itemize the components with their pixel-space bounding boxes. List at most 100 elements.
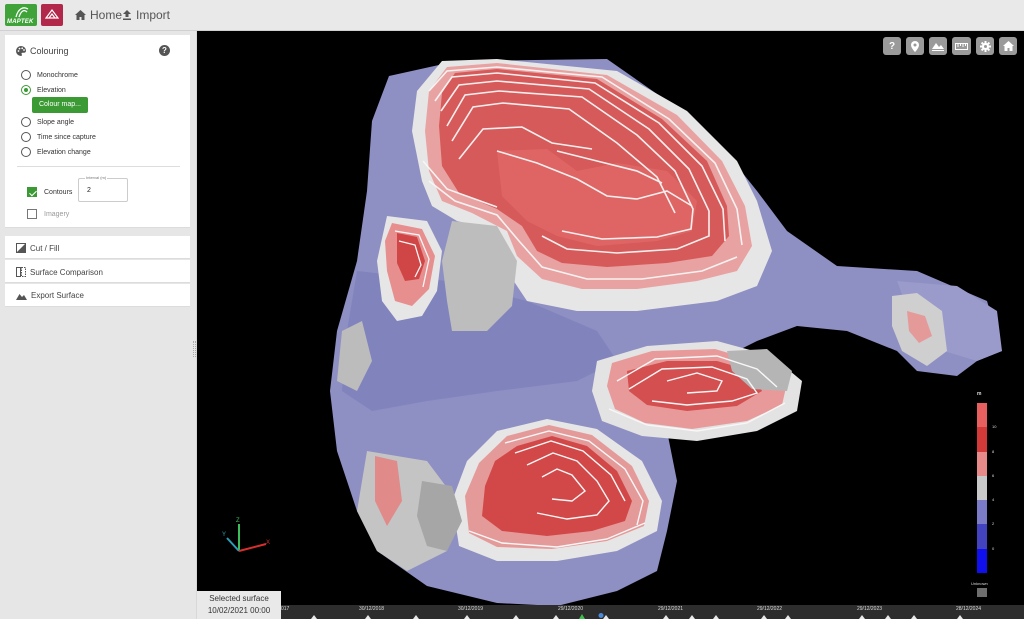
timeline-marker[interactable] (761, 615, 767, 619)
option-elevation-label: Elevation (37, 86, 66, 94)
legend-tick: 10 (992, 424, 997, 430)
top-bar: MAPTEK Home Import (0, 0, 1024, 31)
timeline-marks[interactable] (281, 612, 1024, 619)
colouring-header[interactable]: Colouring (16, 46, 69, 56)
legend-swatch (977, 548, 987, 574)
axis-triad: Z Y X (222, 518, 270, 552)
help-icon[interactable]: ? (159, 45, 170, 56)
timeline-marker[interactable] (859, 615, 865, 619)
radio-slope-angle[interactable] (21, 117, 31, 127)
colouring-panel: Colouring ? Monochrome Elevation Colour … (5, 35, 190, 228)
export-surface-header[interactable]: Export Surface (16, 291, 84, 300)
timeline-playhead[interactable] (598, 613, 604, 618)
home-icon (75, 10, 86, 20)
sidebar: Colouring ? Monochrome Elevation Colour … (0, 31, 197, 619)
timeline-marker[interactable] (911, 615, 917, 619)
timeline-marker[interactable] (311, 615, 317, 619)
option-elevation-change-label: Elevation change (37, 148, 91, 156)
radio-elevation-change[interactable] (21, 147, 31, 157)
nav-home-label: Home (90, 8, 123, 22)
legend-tick: 6 (992, 472, 995, 478)
option-slope-angle[interactable]: Slope angle (21, 117, 74, 127)
legend-swatch (977, 451, 987, 477)
location-pin-icon[interactable] (906, 37, 924, 55)
export-surface-panel[interactable]: Export Surface (5, 284, 190, 307)
timeline[interactable]: 017 30/12/2018 30/12/2019 29/12/2020 29/12/2… (281, 605, 1024, 619)
selected-surface-label: Selected surface (209, 594, 269, 603)
legend-swatch (977, 427, 987, 453)
nav-import-label: Import (136, 8, 171, 22)
ruler-icon[interactable] (952, 37, 971, 55)
imagery-label: Imagery (44, 210, 70, 218)
viewport-toolbar: ? (883, 37, 1017, 55)
legend-swatch (977, 524, 987, 550)
legend-swatch (977, 403, 987, 428)
terrain-export-icon (16, 293, 27, 300)
option-elevation-change[interactable]: Elevation change (21, 147, 91, 157)
interval-input[interactable]: 2 (87, 187, 123, 194)
sidebar-resize-handle[interactable] (193, 341, 196, 357)
selected-surface-box[interactable]: Selected surface 10/02/2021 00:00 (197, 591, 281, 619)
settings-icon[interactable] (976, 37, 994, 55)
imagery-checkbox[interactable] (27, 209, 37, 219)
maptek-logo[interactable]: MAPTEK (5, 4, 37, 26)
nav-home[interactable]: Home (75, 8, 122, 22)
legend-swatch (977, 475, 987, 501)
y-axis-line (226, 537, 240, 552)
timeline-marker[interactable] (513, 615, 519, 619)
home-view-icon[interactable] (999, 37, 1017, 55)
home-glyph-icon (1002, 41, 1014, 51)
timeline-marker[interactable] (553, 615, 559, 619)
contours-toggle[interactable]: Contours (27, 187, 72, 197)
option-time-since-capture-label: Time since capture (37, 133, 96, 141)
surface-comparison-panel[interactable]: Surface Comparison (5, 260, 190, 283)
option-monochrome[interactable]: Monochrome (21, 70, 78, 80)
x-axis-label: X (266, 540, 270, 546)
cut-fill-header[interactable]: Cut / Fill (16, 243, 59, 253)
terrain-surface[interactable] (197, 31, 1024, 619)
option-slope-angle-label: Slope angle (37, 118, 74, 126)
ruler-glyph-icon (955, 42, 968, 50)
legend-tick: 8 (992, 448, 995, 454)
app-logo[interactable] (41, 4, 63, 26)
interval-label: Interval (m) (85, 175, 108, 180)
timeline-marker[interactable] (464, 615, 470, 619)
timeline-marker[interactable] (713, 615, 719, 619)
timeline-marker[interactable] (365, 615, 371, 619)
x-axis-line (238, 543, 267, 552)
option-time-since-capture[interactable]: Time since capture (21, 132, 96, 142)
3d-viewport[interactable]: ? m 10 8 6 4 2 0 Unknown Z Y X (197, 31, 1024, 619)
radio-monochrome[interactable] (21, 70, 31, 80)
cut-fill-icon (16, 243, 26, 253)
cut-fill-panel[interactable]: Cut / Fill (5, 236, 190, 259)
timeline-current-marker[interactable] (579, 614, 585, 619)
timeline-marker[interactable] (603, 615, 609, 619)
surface-comparison-title: Surface Comparison (30, 267, 103, 277)
z-axis-label: Z (236, 518, 240, 524)
contours-checkbox[interactable] (27, 187, 37, 197)
colour-map-button[interactable]: Colour map... (32, 97, 88, 113)
terrain-icon[interactable] (929, 37, 947, 55)
nav-import[interactable]: Import (122, 8, 170, 22)
maptek-logo-mark-icon (15, 7, 29, 18)
upload-icon (123, 10, 131, 20)
section-divider (17, 166, 180, 167)
surface-comparison-header[interactable]: Surface Comparison (16, 267, 103, 277)
help-icon[interactable]: ? (883, 37, 901, 55)
legend-unknown-label: Unknown (971, 581, 988, 586)
cut-fill-title: Cut / Fill (30, 243, 60, 253)
selected-surface-datetime: 10/02/2021 00:00 (207, 606, 271, 615)
timeline-marker[interactable] (663, 615, 669, 619)
timeline-marker[interactable] (957, 615, 963, 619)
timeline-marker[interactable] (689, 615, 695, 619)
timeline-marker[interactable] (885, 615, 891, 619)
interval-field[interactable]: Interval (m) 2 (78, 175, 128, 202)
imagery-toggle[interactable]: Imagery (27, 209, 69, 219)
option-elevation[interactable]: Elevation (21, 85, 66, 95)
radio-time-since-capture[interactable] (21, 132, 31, 142)
legend-tick: 2 (992, 521, 995, 527)
timeline-marker[interactable] (413, 615, 419, 619)
radio-elevation[interactable] (21, 85, 31, 95)
timeline-marker[interactable] (785, 615, 791, 619)
compare-icon (16, 267, 26, 277)
